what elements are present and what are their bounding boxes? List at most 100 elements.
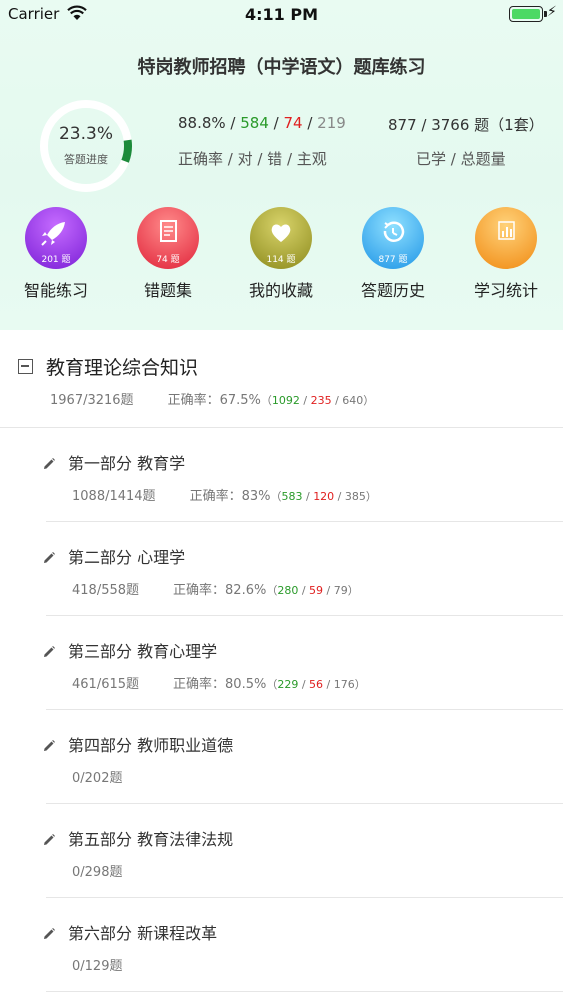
part-correct: 280 xyxy=(277,584,299,597)
row-divider xyxy=(46,991,563,992)
part-title: 第六部分 新课程改革 xyxy=(68,924,218,943)
volume-stats: 877 / 3766 题（1套） xyxy=(388,116,544,134)
part-subjective: 176 xyxy=(333,678,355,691)
part-rate: 80.5% xyxy=(225,677,267,692)
action-label: 智能练习 xyxy=(23,281,88,300)
action-count: 74 题 xyxy=(156,255,180,265)
action-count: 201 题 xyxy=(41,255,71,265)
pencil-icon xyxy=(44,646,55,657)
section-wrong: 235 xyxy=(310,394,332,407)
action-label: 答题历史 xyxy=(360,281,425,300)
section-meta: 1967/3216题 正确率：67.5%（1092 / 235 / 640） xyxy=(50,389,374,408)
header-panel: Carrier 4:11 PM ⚡︎ 特岗教师招聘（中学语文）题库练习 23.3… xyxy=(0,0,563,330)
collapse-icon[interactable] xyxy=(18,359,33,374)
part-rate-label: 正确率： xyxy=(173,583,226,598)
part-row[interactable]: 第五部分 教育法律法规 0/298题 xyxy=(0,804,563,898)
part-meta: 418/558题 正确率：82.6%（280 / 59 / 79） xyxy=(72,579,359,598)
subjective-count: 219 xyxy=(317,114,346,132)
accuracy-sep: / xyxy=(225,114,241,132)
correct-count: 584 xyxy=(240,114,269,132)
accuracy-sep: / xyxy=(268,114,284,132)
part-progress: 1088/1414题 xyxy=(72,489,156,504)
answer-history-circle: 877 题 xyxy=(362,207,424,269)
document-icon xyxy=(160,220,177,242)
part-title: 第四部分 教师职业道德 xyxy=(68,736,234,755)
breakdown-paren: ） xyxy=(354,678,366,691)
breakdown-sep: / xyxy=(334,490,345,503)
section-rate: 67.5% xyxy=(219,393,261,408)
heart-icon xyxy=(271,224,291,242)
smart-practice-circle: 201 题 xyxy=(25,207,87,269)
part-rate-label: 正确率： xyxy=(173,677,226,692)
breakdown-sep: / xyxy=(302,490,314,503)
pencil-icon xyxy=(44,552,55,563)
action-count: 877 题 xyxy=(378,255,408,265)
charging-icon: ⚡︎ xyxy=(547,4,557,20)
breakdown-paren: （ xyxy=(270,490,282,503)
breakdown-sep: / xyxy=(323,678,334,691)
part-subjective: 79 xyxy=(333,584,348,597)
part-rate-label: 正确率： xyxy=(189,489,242,504)
action-label: 学习统计 xyxy=(473,281,538,300)
breakdown-paren: ） xyxy=(365,490,377,503)
smart-practice-button[interactable]: 201 题 智能练习 xyxy=(6,207,106,301)
part-rate: 82.6% xyxy=(225,583,267,598)
progress-ring xyxy=(40,100,132,192)
part-wrong: 56 xyxy=(309,678,324,691)
part-meta: 0/202题 xyxy=(72,767,122,786)
breakdown-sep: / xyxy=(299,394,311,407)
part-wrong: 120 xyxy=(313,490,335,503)
study-stats-circle xyxy=(475,207,537,269)
pencil-icon xyxy=(44,928,55,939)
favorites-button[interactable]: 114 题 我的收藏 xyxy=(231,207,331,301)
bar-chart-icon xyxy=(498,221,515,240)
progress-label: 答题进度 xyxy=(64,153,108,166)
rocket-icon xyxy=(41,222,65,246)
breakdown-sep: / xyxy=(331,394,343,407)
wrong-questions-button[interactable]: 74 题 错题集 xyxy=(118,207,218,301)
part-progress: 461/615题 xyxy=(72,677,140,692)
part-meta: 1088/1414题 正确率：83%（583 / 120 / 385） xyxy=(72,485,377,504)
part-row[interactable]: 第三部分 教育心理学 461/615题 正确率：80.5%（229 / 56 / … xyxy=(0,616,563,710)
status-bar: Carrier 4:11 PM ⚡︎ xyxy=(0,0,563,30)
section-rate-label: 正确率： xyxy=(167,393,220,408)
part-row[interactable]: 第一部分 教育学 1088/1414题 正确率：83%（583 / 120 / 3… xyxy=(0,428,563,522)
part-title: 第二部分 心理学 xyxy=(68,548,186,567)
part-correct: 583 xyxy=(281,490,303,503)
breakdown-paren: （ xyxy=(266,678,278,691)
answer-history-button[interactable]: 877 题 答题历史 xyxy=(343,207,443,301)
part-meta: 0/129题 xyxy=(72,955,122,974)
accuracy-stats: 88.8% / 584 / 74 / 219 xyxy=(178,114,346,132)
part-meta: 0/298题 xyxy=(72,861,122,880)
progress-percent: 23.3% xyxy=(58,124,113,144)
section-correct: 1092 xyxy=(271,394,300,407)
breakdown-paren: ） xyxy=(363,394,375,407)
breakdown-paren: （ xyxy=(266,584,278,597)
part-row[interactable]: 第二部分 心理学 418/558题 正确率：82.6%（280 / 59 / 79… xyxy=(0,522,563,616)
section-title: 教育理论综合知识 xyxy=(46,357,199,379)
action-count: 114 题 xyxy=(266,255,296,265)
accuracy-sep: / xyxy=(302,114,318,132)
action-label: 错题集 xyxy=(143,281,192,300)
part-progress: 0/298题 xyxy=(72,865,123,880)
study-stats-button[interactable]: 学习统计 xyxy=(456,207,556,301)
page-title: 特岗教师招聘（中学语文）题库练习 xyxy=(137,57,426,78)
breakdown-paren: ） xyxy=(347,584,359,597)
breakdown-sep: / xyxy=(298,584,310,597)
part-correct: 229 xyxy=(277,678,299,691)
accuracy-rate: 88.8% xyxy=(178,114,226,132)
part-row[interactable]: 第六部分 新课程改革 0/129题 xyxy=(0,898,563,992)
part-rate: 83% xyxy=(241,489,271,504)
part-subjective: 385 xyxy=(344,490,366,503)
part-title: 第一部分 教育学 xyxy=(68,454,186,473)
status-time: 4:11 PM xyxy=(244,5,318,24)
section-progress: 1967/3216题 xyxy=(50,393,134,408)
battery-icon xyxy=(509,6,547,22)
part-wrong: 59 xyxy=(309,584,324,597)
history-icon xyxy=(383,221,405,242)
section-header[interactable]: 教育理论综合知识 1967/3216题 正确率：67.5%（1092 / 235 … xyxy=(0,330,563,428)
accuracy-stats-label: 正确率 / 对 / 错 / 主观 xyxy=(178,150,327,168)
favorites-circle: 114 题 xyxy=(250,207,312,269)
pencil-icon xyxy=(44,834,55,845)
part-row[interactable]: 第四部分 教师职业道德 0/202题 xyxy=(0,710,563,804)
